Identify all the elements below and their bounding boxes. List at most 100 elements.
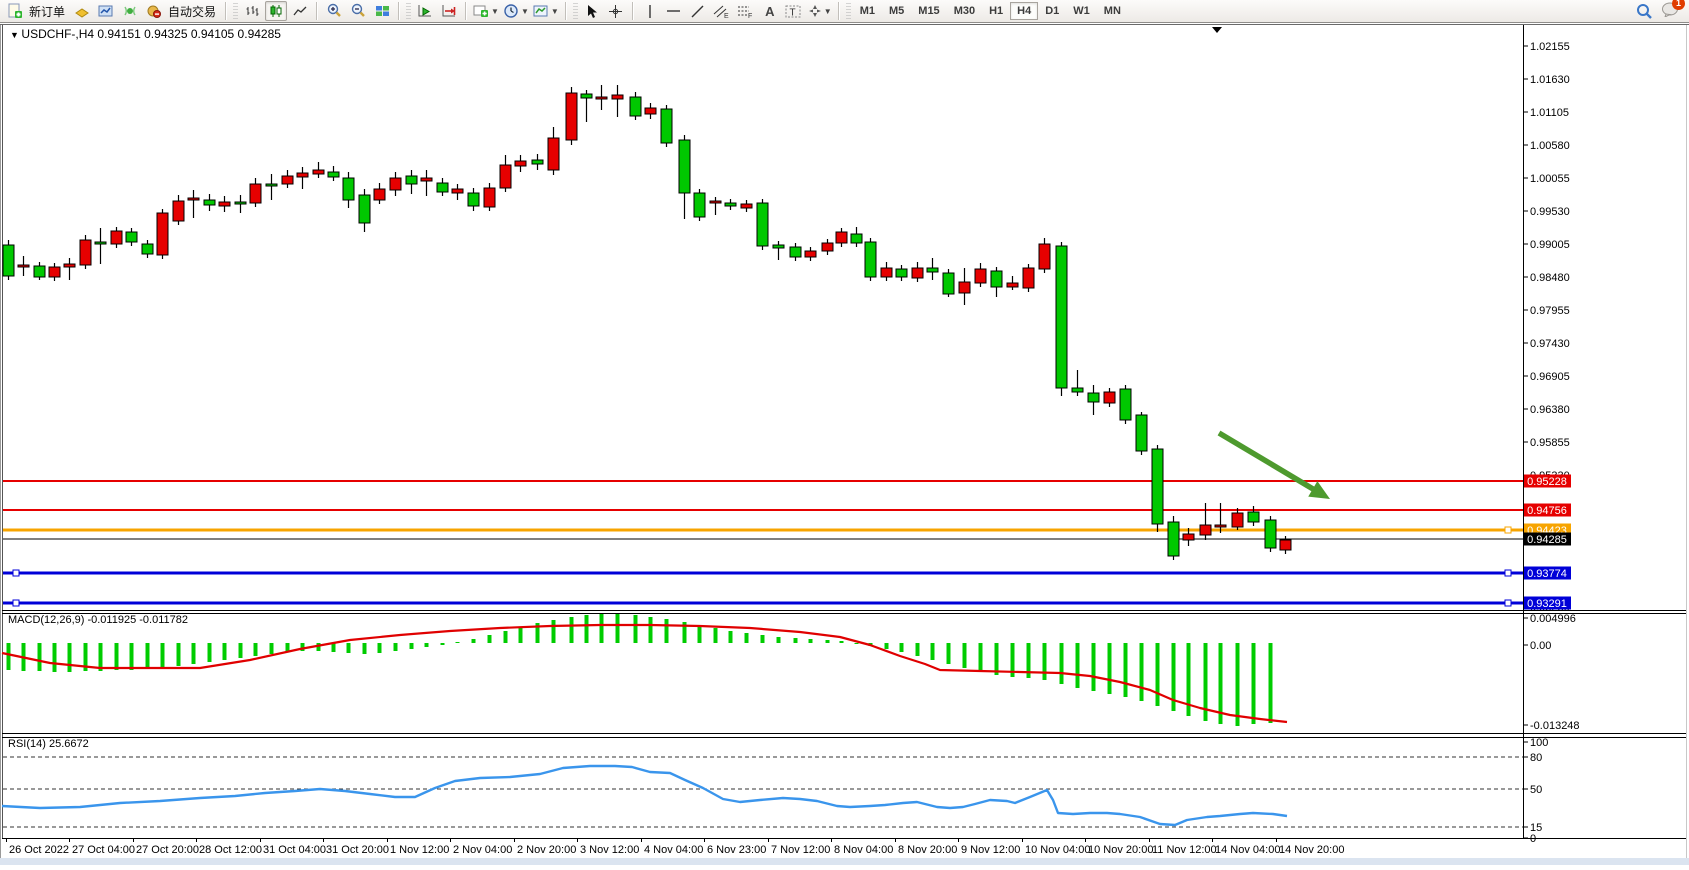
macd-indicator-label: MACD(12,26,9) -0.011925 -0.011782 <box>8 614 188 626</box>
cursor-tool-icon[interactable] <box>581 1 603 21</box>
templates-button[interactable]: ▼ <box>532 1 560 21</box>
tab-timeframe-mn[interactable]: MN <box>1097 2 1128 20</box>
svg-text:E: E <box>724 13 729 19</box>
svg-text:100: 100 <box>1530 737 1548 749</box>
tab-timeframe-h1[interactable]: H1 <box>982 2 1010 20</box>
autotrading-label[interactable]: 自动交易 <box>166 3 221 20</box>
chart-canvas[interactable]: 1.021551.016301.011051.005801.000550.995… <box>0 0 1689 865</box>
zoom-in-icon[interactable] <box>323 1 345 21</box>
svg-text:3 Nov 12:00: 3 Nov 12:00 <box>580 844 639 856</box>
svg-text:1.02155: 1.02155 <box>1530 41 1570 53</box>
chart-dropdown-icon[interactable]: ▼ <box>10 30 21 40</box>
channel-tool-icon[interactable]: E <box>711 1 733 21</box>
svg-text:0: 0 <box>1530 833 1536 845</box>
fibonacci-tool-icon[interactable]: F <box>735 1 757 21</box>
svg-text:0.93291: 0.93291 <box>1527 598 1567 610</box>
notifications-button[interactable]: 1 <box>1661 1 1679 22</box>
chevron-down-icon: ▼ <box>824 7 832 16</box>
new-chart-button[interactable]: ▼ <box>472 1 500 21</box>
svg-text:31 Oct 04:00: 31 Oct 04:00 <box>263 844 326 856</box>
svg-text:-0.013248: -0.013248 <box>1530 720 1580 732</box>
svg-text:14 Nov 04:00: 14 Nov 04:00 <box>1215 844 1280 856</box>
svg-text:9 Nov 12:00: 9 Nov 12:00 <box>961 844 1020 856</box>
search-icon[interactable] <box>1636 3 1653 20</box>
chevron-down-icon: ▼ <box>491 7 499 16</box>
notification-badge: 1 <box>1672 0 1685 10</box>
svg-text:28 Oct 12:00: 28 Oct 12:00 <box>199 844 262 856</box>
svg-text:1 Nov 12:00: 1 Nov 12:00 <box>390 844 449 856</box>
charts-window-icon[interactable] <box>95 1 117 21</box>
new-order-button[interactable] <box>4 1 26 21</box>
signals-icon[interactable] <box>119 1 141 21</box>
svg-text:0.95228: 0.95228 <box>1527 476 1567 488</box>
autotrading-icon[interactable] <box>143 1 165 21</box>
svg-text:F: F <box>748 13 752 19</box>
chevron-down-icon: ▼ <box>521 7 529 16</box>
trendline-tool-icon[interactable] <box>687 1 709 21</box>
market-watch-icon[interactable] <box>71 1 93 21</box>
svg-text:7 Nov 12:00: 7 Nov 12:00 <box>771 844 830 856</box>
vertical-line-tool-icon[interactable] <box>639 1 661 21</box>
line-chart-type-icon[interactable] <box>289 1 311 21</box>
svg-text:2 Nov 20:00: 2 Nov 20:00 <box>517 844 576 856</box>
svg-text:27 Oct 20:00: 27 Oct 20:00 <box>136 844 199 856</box>
svg-text:4 Nov 04:00: 4 Nov 04:00 <box>644 844 703 856</box>
svg-text:0.99530: 0.99530 <box>1530 206 1570 218</box>
main-toolbar: 新订单 自动交易 ▼ ▼ ▼ <box>0 0 1689 23</box>
tab-timeframe-w1[interactable]: W1 <box>1066 2 1097 20</box>
horizontal-line-tool-icon[interactable] <box>663 1 685 21</box>
svg-text:2 Nov 04:00: 2 Nov 04:00 <box>453 844 512 856</box>
svg-text:0.96380: 0.96380 <box>1530 404 1570 416</box>
text-tool-icon[interactable]: A <box>759 1 781 21</box>
bar-chart-type-icon[interactable] <box>241 1 263 21</box>
svg-text:0.00: 0.00 <box>1530 640 1551 652</box>
svg-text:80: 80 <box>1530 752 1542 764</box>
zoom-out-icon[interactable] <box>347 1 369 21</box>
tab-timeframe-m1[interactable]: M1 <box>853 2 882 20</box>
svg-text:11 Nov 12:00: 11 Nov 12:00 <box>1152 844 1217 856</box>
svg-text:0.93774: 0.93774 <box>1527 568 1567 580</box>
price-chart[interactable]: 1.021551.016301.011051.005801.000550.995… <box>0 0 1689 865</box>
tab-timeframe-m15[interactable]: M15 <box>911 2 946 20</box>
svg-text:T: T <box>790 7 796 18</box>
svg-text:0.97430: 0.97430 <box>1530 338 1570 350</box>
svg-text:0.94756: 0.94756 <box>1527 505 1567 517</box>
chart-shift-icon[interactable] <box>438 1 460 21</box>
svg-text:27 Oct 04:00: 27 Oct 04:00 <box>72 844 135 856</box>
svg-text:31 Oct 20:00: 31 Oct 20:00 <box>326 844 389 856</box>
auto-scroll-icon[interactable] <box>414 1 436 21</box>
svg-text:50: 50 <box>1530 784 1542 796</box>
svg-text:10 Nov 20:00: 10 Nov 20:00 <box>1088 844 1153 856</box>
svg-text:0.95855: 0.95855 <box>1530 437 1570 449</box>
svg-text:0.94285: 0.94285 <box>1527 534 1567 546</box>
chart-title: ▼ USDCHF-,H4 0.94151 0.94325 0.94105 0.9… <box>10 27 281 41</box>
svg-text:0.98480: 0.98480 <box>1530 272 1570 284</box>
new-order-icon <box>7 3 23 19</box>
svg-text:8 Nov 20:00: 8 Nov 20:00 <box>898 844 957 856</box>
svg-text:26 Oct 2022: 26 Oct 2022 <box>9 844 69 856</box>
periods-button[interactable]: ▼ <box>502 1 530 21</box>
svg-text:14 Nov 20:00: 14 Nov 20:00 <box>1279 844 1344 856</box>
tile-windows-icon[interactable] <box>371 1 393 21</box>
arrows-tool-button[interactable]: ▼ <box>807 1 833 21</box>
new-order-label[interactable]: 新订单 <box>27 3 70 20</box>
svg-text:0.97955: 0.97955 <box>1530 305 1570 317</box>
svg-text:6 Nov 23:00: 6 Nov 23:00 <box>707 844 766 856</box>
tab-timeframe-m5[interactable]: M5 <box>882 2 911 20</box>
svg-text:1.00055: 1.00055 <box>1530 173 1570 185</box>
tab-timeframe-h4[interactable]: H4 <box>1010 2 1038 20</box>
label-tool-icon[interactable]: T <box>783 1 805 21</box>
chevron-down-icon: ▼ <box>551 7 559 16</box>
candlestick-chart-type-icon[interactable] <box>265 1 287 21</box>
rsi-indicator-label: RSI(14) 25.6672 <box>8 738 89 750</box>
svg-text:10 Nov 04:00: 10 Nov 04:00 <box>1025 844 1090 856</box>
svg-text:1.00580: 1.00580 <box>1530 140 1570 152</box>
svg-text:0.96905: 0.96905 <box>1530 371 1570 383</box>
svg-text:1.01105: 1.01105 <box>1530 107 1569 119</box>
tab-timeframe-m30[interactable]: M30 <box>947 2 982 20</box>
crosshair-tool-icon[interactable] <box>605 1 627 21</box>
svg-text:0.004996: 0.004996 <box>1530 613 1576 625</box>
svg-text:8 Nov 04:00: 8 Nov 04:00 <box>834 844 893 856</box>
svg-text:0.99005: 0.99005 <box>1530 239 1570 251</box>
tab-timeframe-d1[interactable]: D1 <box>1038 2 1066 20</box>
